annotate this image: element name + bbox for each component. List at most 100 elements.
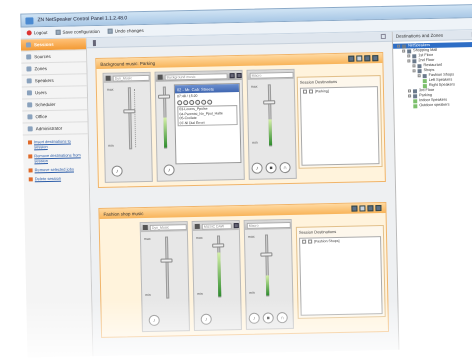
stop-icon[interactable]: ■ (265, 162, 276, 173)
volume-meter (217, 252, 221, 296)
player-display: 02 - Mr. Cab: Streets 07:48 / 15:20 03-L… (174, 83, 242, 164)
task-label: Remove selected jobs (35, 166, 74, 172)
save-configuration-button[interactable]: Save configuration (55, 29, 99, 35)
pause-button[interactable] (189, 100, 194, 105)
zone-icon (407, 49, 411, 53)
source-close-button[interactable] (234, 223, 239, 228)
slider-max-label: max (248, 235, 255, 239)
destination-item[interactable]: [Fashion Shops] (300, 237, 380, 245)
next-button[interactable] (201, 100, 206, 105)
logout-label: Logout (34, 30, 48, 35)
zone-icon (418, 69, 422, 73)
source-settings-button[interactable] (230, 73, 235, 78)
volume-knob[interactable] (263, 100, 275, 104)
zone-icon (413, 94, 417, 98)
source-close-button[interactable] (237, 73, 242, 78)
volume-knob[interactable] (212, 243, 224, 247)
playlist[interactable]: 03-Lovers_Ppulse04-Parentsi_No_Ppul_Halt… (177, 105, 237, 126)
volume-track[interactable] (265, 234, 269, 296)
expand-icon[interactable] (397, 45, 400, 48)
nav-icon (28, 126, 33, 131)
session-close-button[interactable] (375, 205, 381, 211)
checkbox[interactable] (308, 240, 312, 244)
pin-icon[interactable] (93, 40, 96, 46)
source-icon (195, 224, 200, 229)
destinations-list[interactable]: [Parking] (300, 86, 380, 166)
session-settings-button[interactable] (348, 56, 354, 62)
nav-icon (26, 66, 31, 71)
close-icon[interactable] (381, 34, 386, 39)
logout-icon (27, 30, 32, 35)
shuffle-button[interactable] (207, 100, 212, 105)
undo-changes-button[interactable]: Undo changes (108, 28, 144, 34)
undo-icon (108, 29, 113, 34)
volume-track[interactable] (165, 237, 169, 299)
slider-min-label: min (108, 144, 114, 148)
logout-button[interactable]: Logout (27, 30, 48, 35)
source-name-field[interactable]: Macro (250, 71, 294, 78)
session-minimize-button[interactable] (364, 55, 370, 61)
play-button[interactable] (183, 100, 188, 105)
volume-track[interactable] (268, 84, 272, 146)
source-name-field[interactable]: Dyn_Music (113, 74, 150, 81)
session-close-button[interactable] (372, 55, 378, 61)
expand-icon[interactable] (418, 74, 421, 77)
source-name-field[interactable]: Background music (165, 73, 228, 80)
nav-icon (27, 114, 32, 119)
volume-knob[interactable] (260, 252, 272, 256)
session-header: Fashion shop music (99, 203, 385, 219)
reflection-overlay (0, 300, 472, 360)
source-name-field[interactable]: Dyn_Music (150, 224, 187, 231)
task-icon (28, 140, 32, 144)
session-panel-parking: Background music: Parking Dyn_Music max … (95, 52, 386, 188)
expand-icon[interactable] (407, 59, 410, 62)
session-minimize-button[interactable] (367, 205, 373, 211)
volume-meter (269, 119, 273, 145)
speaker-icon[interactable]: ♪ (111, 165, 122, 176)
sidebar-item-label: Office (35, 114, 47, 119)
slider-max-label: max (107, 88, 114, 92)
playlist-item[interactable]: 07-Nl Dial Errori (179, 120, 237, 126)
task-link[interactable]: Delete session (29, 175, 85, 181)
speaker-icon[interactable]: ♪ (251, 163, 262, 174)
expand-icon[interactable] (407, 54, 410, 57)
task-link[interactable]: Remove destinations from session (28, 152, 84, 163)
volume-ticks (134, 89, 139, 147)
slider-min-label: min (197, 292, 203, 296)
destination-item[interactable]: [Parking] (301, 87, 377, 95)
expand-icon[interactable] (408, 94, 411, 97)
volume-track[interactable] (128, 87, 132, 149)
slider-max-label: max (144, 237, 151, 241)
task-link[interactable]: Remove selected jobs (29, 166, 85, 172)
session-add-button[interactable] (359, 205, 365, 211)
checkbox[interactable] (302, 240, 306, 244)
sidebar-item-label: Zones (34, 66, 47, 71)
source-icon (143, 225, 148, 230)
session-title: Background music: Parking (100, 60, 155, 66)
source-name-field[interactable]: Macro (247, 221, 291, 228)
session-add-button[interactable] (356, 55, 362, 61)
expand-icon[interactable] (413, 69, 416, 72)
source-name-field[interactable]: MUSIC DAW (202, 223, 232, 230)
checkbox[interactable] (309, 89, 313, 93)
expand-icon[interactable] (402, 50, 405, 53)
checkbox[interactable] (303, 90, 307, 94)
prev-button[interactable] (177, 100, 182, 105)
slider-min-label: min (145, 293, 151, 297)
app-icon (25, 17, 33, 24)
session-title: Fashion shop music (103, 211, 143, 217)
stop-button[interactable] (195, 100, 200, 105)
session-settings-button[interactable] (351, 206, 357, 212)
tree-node[interactable]: Outdoor speakers (394, 102, 472, 109)
volume-knob[interactable] (160, 258, 172, 262)
expand-icon[interactable] (412, 64, 415, 67)
volume-knob[interactable] (158, 94, 170, 98)
zone-icon (402, 44, 406, 48)
slider-min-label: min (249, 291, 255, 295)
task-link[interactable]: Insert destinations to session (28, 138, 84, 149)
headphones-icon[interactable]: ∩ (279, 162, 290, 173)
speaker-icon[interactable]: ♪ (163, 164, 174, 175)
sidebar-item-label: Scheduler (35, 102, 55, 107)
expand-icon[interactable] (408, 89, 411, 92)
zone-icon (417, 64, 421, 68)
